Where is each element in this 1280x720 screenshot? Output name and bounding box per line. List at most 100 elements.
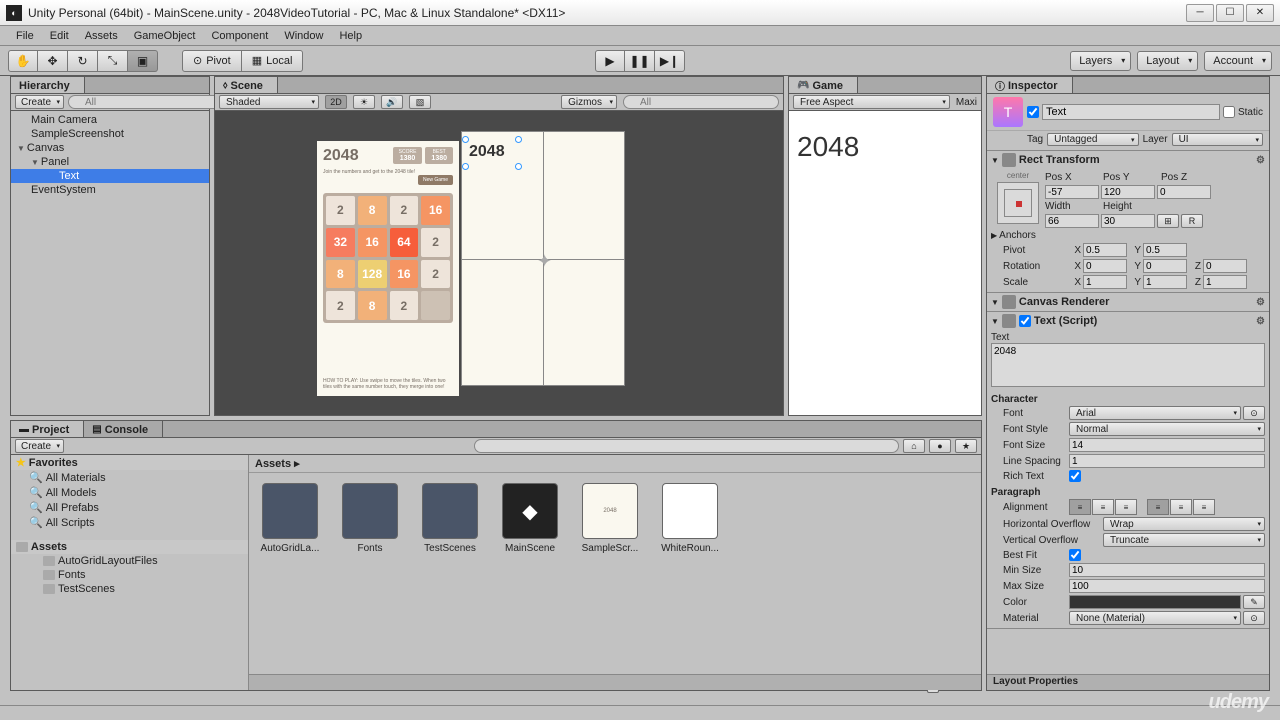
move-tool-button[interactable]: ✥ bbox=[38, 50, 68, 72]
blueprint-button[interactable]: ⊞ bbox=[1157, 214, 1179, 228]
fx-toggle-button[interactable]: ▧ bbox=[409, 95, 431, 109]
menu-assets[interactable]: Assets bbox=[79, 28, 124, 44]
asset-item[interactable]: AutoGridLa... bbox=[259, 483, 321, 554]
align-left-button[interactable]: ≡ bbox=[1069, 499, 1091, 515]
layout-properties-header[interactable]: Layout Properties bbox=[987, 674, 1269, 690]
asset-item[interactable]: ◆MainScene bbox=[499, 483, 561, 554]
resize-handle[interactable] bbox=[515, 163, 522, 170]
search-filter-button[interactable]: ★ bbox=[955, 439, 977, 453]
shading-dropdown[interactable]: Shaded bbox=[219, 95, 319, 109]
resize-handle[interactable] bbox=[515, 136, 522, 143]
step-button[interactable]: ▶❙ bbox=[655, 50, 685, 72]
fontsize-input[interactable] bbox=[1069, 438, 1265, 452]
align-top-button[interactable]: ≡ bbox=[1147, 499, 1169, 515]
favorites-header[interactable]: ▼★Favorites bbox=[11, 455, 248, 470]
tab-console[interactable]: ▤Console bbox=[84, 421, 163, 437]
hierarchy-item[interactable]: SampleScreenshot bbox=[11, 127, 209, 141]
favorite-item[interactable]: 🔍All Materials bbox=[11, 470, 248, 485]
rect-transform-header[interactable]: ▼Rect Transform⚙ bbox=[987, 151, 1269, 169]
color-swatch[interactable] bbox=[1069, 595, 1241, 609]
gameobject-name-input[interactable] bbox=[1042, 104, 1220, 120]
hierarchy-item[interactable]: EventSystem bbox=[11, 183, 209, 197]
hierarchy-search-input[interactable] bbox=[68, 95, 224, 109]
folder-item[interactable]: AutoGridLayoutFiles bbox=[11, 554, 248, 568]
hierarchy-create-dropdown[interactable]: Create bbox=[15, 95, 64, 109]
width-input[interactable] bbox=[1045, 214, 1099, 228]
raw-button[interactable]: R bbox=[1181, 214, 1203, 228]
hand-tool-button[interactable]: ✋ bbox=[8, 50, 38, 72]
richtext-checkbox[interactable] bbox=[1069, 470, 1081, 482]
maximize-button[interactable]: ☐ bbox=[1216, 4, 1244, 22]
aspect-dropdown[interactable]: Free Aspect bbox=[793, 95, 950, 109]
scale-tool-button[interactable]: ⤡ bbox=[98, 50, 128, 72]
posy-input[interactable] bbox=[1101, 185, 1155, 199]
canvas-renderer-header[interactable]: ▼Canvas Renderer⚙ bbox=[987, 293, 1269, 311]
text-enabled-checkbox[interactable] bbox=[1019, 315, 1031, 327]
v-overflow-dropdown[interactable]: Truncate bbox=[1103, 533, 1265, 547]
font-picker-button[interactable]: ⊙ bbox=[1243, 406, 1265, 420]
align-center-button[interactable]: ≡ bbox=[1092, 499, 1114, 515]
pivot-button[interactable]: ⊙Pivot bbox=[182, 50, 242, 72]
rot-x-input[interactable] bbox=[1083, 259, 1127, 273]
pause-button[interactable]: ❚❚ bbox=[625, 50, 655, 72]
rotate-tool-button[interactable]: ↻ bbox=[68, 50, 98, 72]
folder-item[interactable]: Fonts bbox=[11, 568, 248, 582]
gizmos-dropdown[interactable]: Gizmos bbox=[561, 95, 617, 109]
align-right-button[interactable]: ≡ bbox=[1115, 499, 1137, 515]
maxsize-input[interactable] bbox=[1069, 579, 1265, 593]
project-create-dropdown[interactable]: Create bbox=[15, 439, 64, 453]
minimize-button[interactable]: ─ bbox=[1186, 4, 1214, 22]
folder-item[interactable]: TestScenes bbox=[11, 582, 248, 596]
minsize-input[interactable] bbox=[1069, 563, 1265, 577]
asset-item[interactable]: WhiteRoun... bbox=[659, 483, 721, 554]
lighting-toggle-button[interactable]: ☀ bbox=[353, 95, 375, 109]
local-button[interactable]: ▦Local bbox=[242, 50, 304, 72]
play-button[interactable]: ▶ bbox=[595, 50, 625, 72]
eyedropper-button[interactable]: ✎ bbox=[1243, 595, 1265, 609]
favorite-item[interactable]: 🔍All Prefabs bbox=[11, 500, 248, 515]
layers-dropdown[interactable]: Layers bbox=[1070, 51, 1131, 71]
align-middle-button[interactable]: ≡ bbox=[1170, 499, 1192, 515]
hierarchy-item[interactable]: ▼Canvas bbox=[11, 141, 209, 155]
gear-icon[interactable]: ⚙ bbox=[1256, 155, 1265, 166]
gear-icon[interactable]: ⚙ bbox=[1256, 316, 1265, 327]
audio-toggle-button[interactable]: 🔊 bbox=[381, 95, 403, 109]
asset-item[interactable]: 2048SampleScr... bbox=[579, 483, 641, 554]
expand-icon[interactable]: ▼ bbox=[17, 144, 25, 153]
tag-dropdown[interactable]: Untagged bbox=[1047, 133, 1138, 146]
material-dropdown[interactable]: None (Material) bbox=[1069, 611, 1241, 625]
menu-file[interactable]: File bbox=[10, 28, 40, 44]
search-filter-button[interactable]: ● bbox=[929, 439, 951, 453]
posz-input[interactable] bbox=[1157, 185, 1211, 199]
account-dropdown[interactable]: Account bbox=[1204, 51, 1272, 71]
align-bottom-button[interactable]: ≡ bbox=[1193, 499, 1215, 515]
scene-viewport[interactable]: 2048 SCORE1380 BEST1380 Join the numbers… bbox=[215, 111, 783, 415]
menu-component[interactable]: Component bbox=[205, 28, 274, 44]
active-checkbox[interactable] bbox=[1027, 106, 1039, 118]
pivot-y-input[interactable] bbox=[1143, 243, 1187, 257]
rect-tool-button[interactable]: ▣ bbox=[128, 50, 158, 72]
project-search-input[interactable] bbox=[474, 439, 900, 453]
asset-item[interactable]: TestScenes bbox=[419, 483, 481, 554]
hierarchy-item[interactable]: Main Camera bbox=[11, 113, 209, 127]
menu-help[interactable]: Help bbox=[333, 28, 368, 44]
menu-edit[interactable]: Edit bbox=[44, 28, 75, 44]
anchor-preset-button[interactable] bbox=[997, 182, 1039, 224]
resize-handle[interactable] bbox=[462, 136, 469, 143]
linespacing-input[interactable] bbox=[1069, 454, 1265, 468]
layer-dropdown[interactable]: UI bbox=[1172, 133, 1263, 146]
bestfit-checkbox[interactable] bbox=[1069, 549, 1081, 561]
height-input[interactable] bbox=[1101, 214, 1155, 228]
rot-y-input[interactable] bbox=[1143, 259, 1187, 273]
tab-scene[interactable]: ⬨Scene bbox=[215, 77, 278, 93]
font-dropdown[interactable]: Arial bbox=[1069, 406, 1241, 420]
breadcrumb[interactable]: Assets ▸ bbox=[249, 455, 981, 473]
close-button[interactable]: ✕ bbox=[1246, 4, 1274, 22]
hierarchy-item-selected[interactable]: Text bbox=[11, 169, 209, 183]
tab-game[interactable]: 🎮Game bbox=[789, 77, 858, 93]
scene-search-input[interactable] bbox=[623, 95, 779, 109]
layout-dropdown[interactable]: Layout bbox=[1137, 51, 1198, 71]
menu-gameobject[interactable]: GameObject bbox=[128, 28, 202, 44]
text-content-input[interactable] bbox=[991, 343, 1265, 387]
static-checkbox[interactable] bbox=[1223, 106, 1235, 118]
